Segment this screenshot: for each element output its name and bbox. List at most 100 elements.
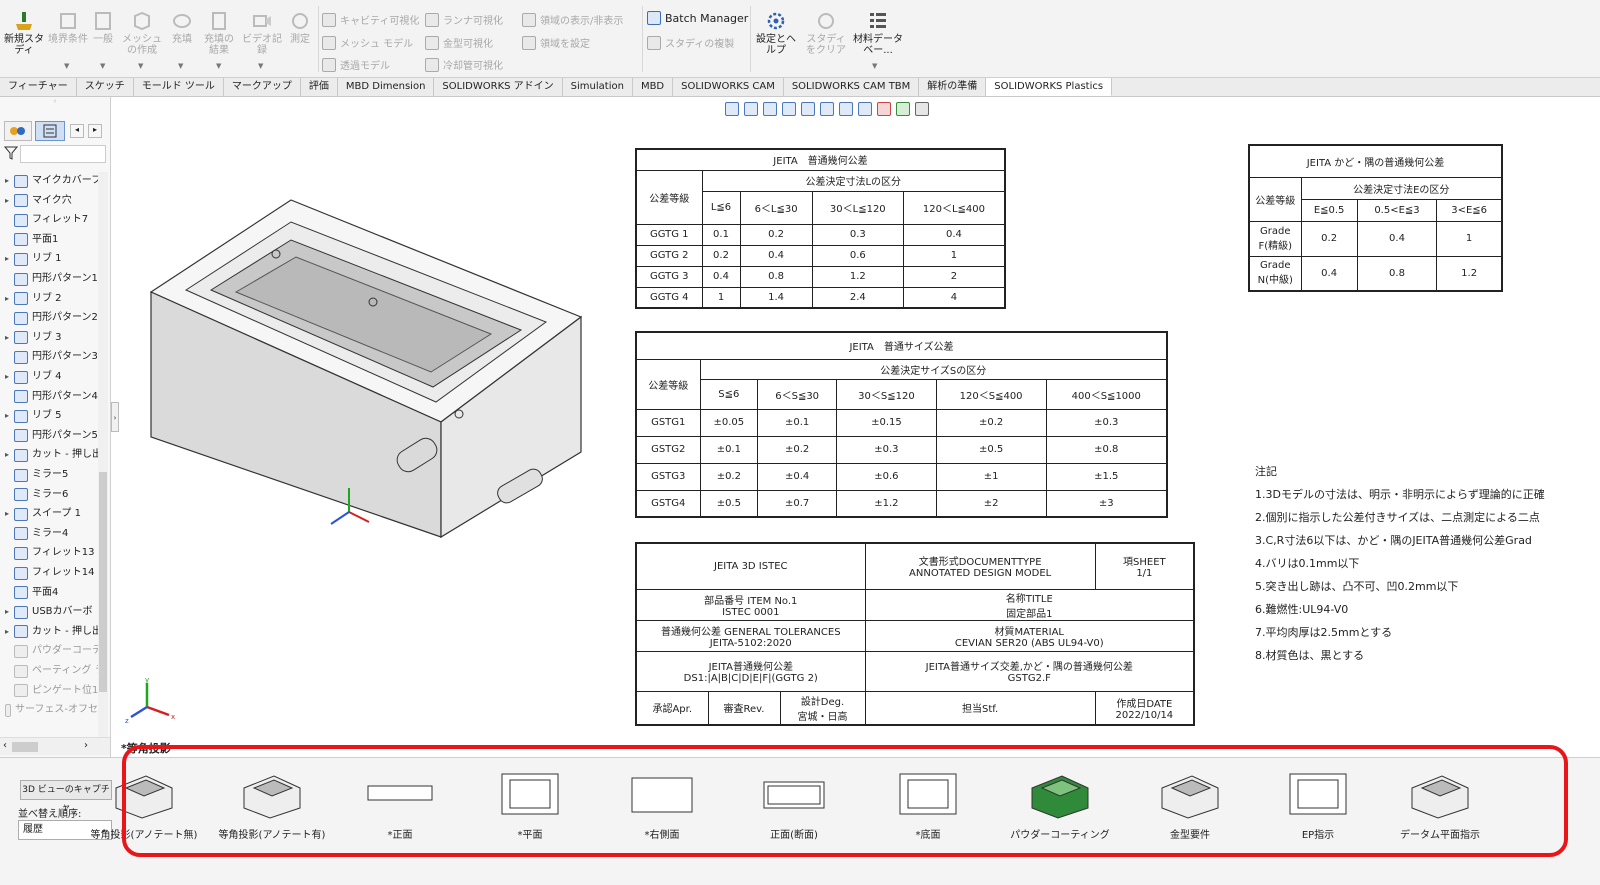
expand-arrow-icon[interactable]: ▸ [0,290,14,308]
tree-item[interactable]: ミラー5 [0,466,108,484]
tab-2[interactable]: モールド ツール [134,78,224,96]
tree-item[interactable]: ミラー4 [0,525,108,543]
tab-scroll-left-button[interactable]: ◂ [70,124,84,138]
fill-button[interactable]: 充填 [166,10,198,45]
tree-item[interactable]: ミラー6 [0,486,108,504]
tree-item[interactable]: ▸ スイープ 1 [0,505,108,523]
boundary-conditions-button[interactable]: 境界条件 [48,10,88,45]
tab-11[interactable]: 解析の準備 [919,78,987,96]
tree-item[interactable]: 円形パターン2 [0,309,108,327]
tab-10[interactable]: SOLIDWORKS CAM TBM [784,78,920,96]
view-thumbnail[interactable]: *正面 [340,768,460,848]
tree-item[interactable]: ペーティング ラ [0,662,108,680]
view-orientation-icon[interactable] [820,102,834,116]
tree-item[interactable]: ▸ USBカバーボ [0,603,108,621]
expand-arrow-icon[interactable]: ▸ [0,172,14,190]
mesh-model-button[interactable]: メッシュ モデル [322,35,413,50]
settings-help-button[interactable]: 設定とヘルプ [754,10,798,56]
tree-item[interactable]: ▸ リブ 4 [0,368,108,386]
tree-item[interactable]: ▸ リブ 2 [0,290,108,308]
domain-toggle-button[interactable]: 領域の表示/非表示 [522,12,623,27]
tab-scroll-right-button[interactable]: ▸ [88,124,102,138]
tree-item[interactable]: 円形パターン3 [0,348,108,366]
tab-7[interactable]: Simulation [563,78,633,96]
tree-item[interactable]: ▸ カット - 押し出 [0,623,108,641]
tab-1[interactable]: スケッチ [77,78,134,96]
tree-item[interactable]: 円形パターン4 [0,388,108,406]
tree-item[interactable]: ピンゲート位1 [0,682,108,700]
filter-icon[interactable] [3,145,19,160]
expand-arrow-icon[interactable]: ▸ [0,603,14,621]
tab-3[interactable]: マークアップ [224,78,301,96]
view-thumbnail[interactable]: 等角投影(アノテート無) [84,768,204,848]
part-3d-model[interactable] [141,182,601,552]
scene-icon[interactable] [896,102,910,116]
study-clear-button[interactable]: スタディをクリア [804,10,848,56]
view-thumbnail[interactable]: *底面 [868,768,988,848]
dynamic-annotation-icon[interactable] [801,102,815,116]
tree-item[interactable]: フィレット7 [0,211,108,229]
view-thumbnail[interactable]: *右側面 [602,768,722,848]
view-thumbnail[interactable]: EP指示 [1258,768,1378,848]
tree-item[interactable]: 円形パターン1 [0,270,108,288]
video-record-button[interactable]: ビデオ記録 [242,10,282,56]
appearance-icon[interactable] [877,102,891,116]
tab-4[interactable]: 評価 [301,78,338,96]
view-thumbnail[interactable]: データム平面指示 [1380,768,1500,848]
tree-item[interactable]: ▸ リブ 3 [0,329,108,347]
new-study-button[interactable]: 新規スタディ [2,10,46,56]
restore-icon[interactable]: ▢ ▢ [1541,97,1563,98]
expand-arrow-icon[interactable]: ▸ [0,368,14,386]
tab-0[interactable]: フィーチャー [0,78,77,96]
tree-item[interactable]: 円形パターン5 [0,427,108,445]
cooling-vis-button[interactable]: 冷却管可視化 [425,57,503,72]
section-view-icon[interactable] [782,102,796,116]
expand-arrow-icon[interactable]: ▸ [0,192,14,210]
feature-tree-tab[interactable] [4,121,32,141]
zoom-to-fit-icon[interactable] [725,102,739,116]
tab-12[interactable]: SOLIDWORKS Plastics [986,78,1113,96]
cavity-vis-button[interactable]: キャビティ可視化 [322,12,419,27]
panel-handle[interactable]: ◦ [0,97,110,109]
tab-5[interactable]: MBD Dimension [338,78,435,96]
runner-vis-button[interactable]: ランナ可視化 [425,12,503,27]
tree-item[interactable]: 平面1 [0,231,108,249]
tree-item[interactable]: ▸ リブ 1 [0,250,108,268]
view-thumbnail[interactable]: パウダーコーティング [1000,768,1120,848]
graphics-area[interactable]: ▢ ▢ y x z JEITA 普通幾何公差公差等級公差決定寸法Lの区分L≦66… [111,97,1600,757]
tree-filter-input[interactable] [20,145,106,163]
tab-9[interactable]: SOLIDWORKS CAM [673,78,784,96]
fill-result-button[interactable]: 充填の結果 [200,10,238,56]
expand-arrow-icon[interactable]: ▸ [0,446,14,464]
tree-item[interactable]: ▸ マイク穴 [0,192,108,210]
view-settings-icon[interactable] [915,102,929,116]
tree-item[interactable]: サーフェス-オフセッ [0,701,108,719]
study-copy-button[interactable]: スタディの複製 [647,35,734,50]
expand-arrow-icon[interactable]: ▸ [0,329,14,347]
expand-arrow-icon[interactable]: ▸ [0,505,14,523]
view-thumbnail[interactable]: *平面 [470,768,590,848]
mold-vis-button[interactable]: 金型可視化 [425,35,493,50]
tree-item[interactable]: ▸ マイクカバーフ [0,172,108,190]
tree-item[interactable]: フィレット14 [0,564,108,582]
general-button[interactable]: 一般 [89,10,117,45]
transparent-model-button[interactable]: 透過モデル [322,57,390,72]
tree-item[interactable]: ▸ カット - 押し出 [0,446,108,464]
tab-6[interactable]: SOLIDWORKS アドイン [434,78,563,96]
expand-arrow-icon[interactable]: ▸ [0,407,14,425]
tree-item[interactable]: パウダーコーテ [0,642,108,660]
tree-item[interactable]: 平面4 [0,584,108,602]
tab-8[interactable]: MBD [633,78,674,96]
expand-arrow-icon[interactable]: ▸ [0,250,14,268]
view-thumbnail[interactable]: 金型要件 [1130,768,1250,848]
property-manager-tab[interactable] [35,121,65,141]
mesh-create-button[interactable]: メッシュの作成 [119,10,165,56]
batch-manager-button[interactable]: Batch Manager [647,11,748,25]
expand-arrow-icon[interactable]: ▸ [0,623,14,641]
view-thumbnail[interactable]: 等角投影(アノテート有) [212,768,332,848]
tree-item[interactable]: フィレット13 [0,544,108,562]
panel-collapse-handle[interactable]: › [111,402,119,432]
tree-scrollbar[interactable] [98,172,108,737]
domain-set-button[interactable]: 領域を設定 [522,35,590,50]
previous-view-icon[interactable] [763,102,777,116]
